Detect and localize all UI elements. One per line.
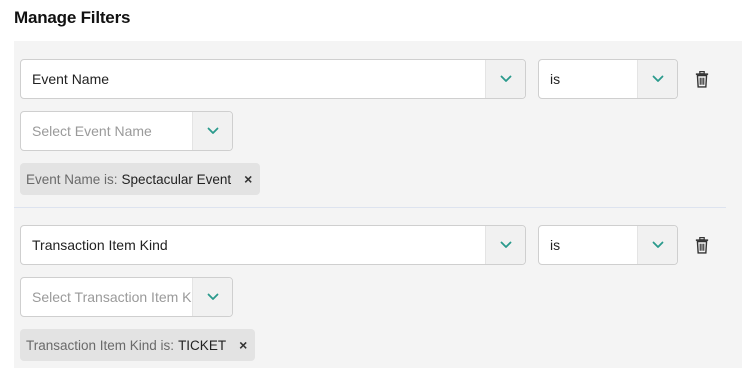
filter-chip-key: Event Name is: — [26, 171, 118, 187]
filter-operator-value: is — [550, 71, 561, 87]
close-icon[interactable]: × — [244, 171, 252, 187]
filter-value-placeholder: Select Event Name — [32, 123, 152, 139]
filter-field-select[interactable]: Event Name — [20, 59, 526, 99]
filter-chip-value: TICKET — [178, 337, 227, 353]
filter-value-select[interactable]: Select Transaction Item K — [20, 277, 233, 317]
filter-field-value: Transaction Item Kind — [32, 237, 168, 253]
trash-icon[interactable] — [694, 236, 710, 255]
filters-panel: Event Name is Select Event Name Event Na… — [14, 41, 742, 368]
close-icon[interactable]: × — [239, 337, 247, 353]
chevron-down-icon[interactable] — [192, 278, 232, 316]
filter-operator-value: is — [550, 237, 561, 253]
chevron-down-icon[interactable] — [637, 60, 677, 98]
trash-icon[interactable] — [694, 70, 710, 89]
chevron-down-icon[interactable] — [485, 60, 525, 98]
filter-operator-select[interactable]: is — [538, 225, 678, 265]
filter-chip-key: Transaction Item Kind is: — [26, 337, 175, 353]
filter-value-select[interactable]: Select Event Name — [20, 111, 233, 151]
filter-operator-select[interactable]: is — [538, 59, 678, 99]
divider — [14, 207, 726, 208]
filter-field-value: Event Name — [32, 71, 110, 87]
page-title: Manage Filters — [14, 8, 131, 27]
filter-field-select[interactable]: Transaction Item Kind — [20, 225, 526, 265]
filter-chip-value: Spectacular Event — [121, 171, 232, 187]
filter-value-placeholder: Select Transaction Item K — [32, 289, 192, 305]
filter-chip: Event Name is: Spectacular Event × — [20, 163, 261, 195]
chevron-down-icon[interactable] — [192, 112, 232, 150]
chevron-down-icon[interactable] — [485, 226, 525, 264]
filter-chip: Transaction Item Kind is: TICKET × — [20, 329, 256, 361]
chevron-down-icon[interactable] — [637, 226, 677, 264]
